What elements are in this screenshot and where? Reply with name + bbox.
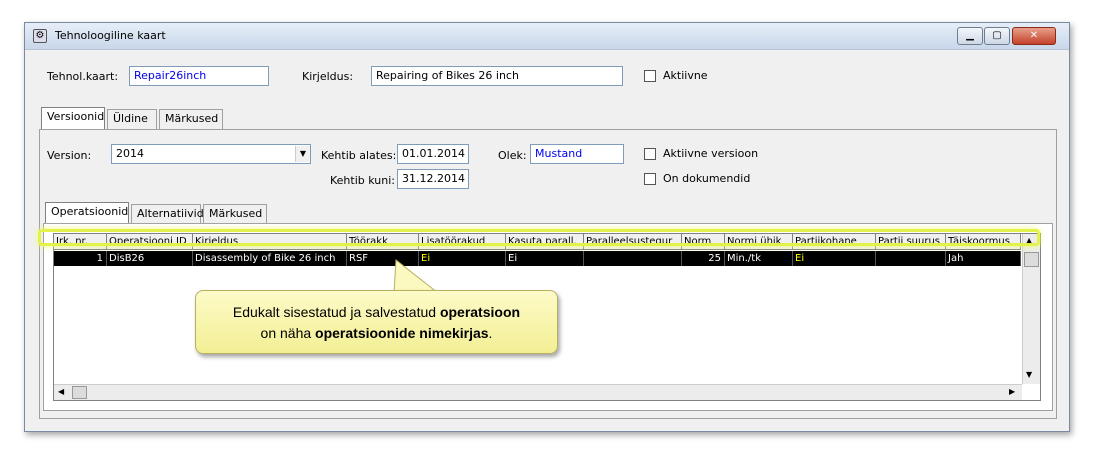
cell-partii-suurus[interactable]: [876, 251, 946, 266]
title-bar[interactable]: ⚙ Tehnoloogiline kaart ▁ ▢ ✕: [25, 23, 1069, 50]
row-highlight: [38, 229, 1040, 246]
kehtib-kuni-label: Kehtib kuni:: [330, 174, 395, 187]
kirjeldus-label: Kirjeldus:: [302, 70, 354, 83]
aktiivne-versioon-checkbox[interactable]: [644, 148, 656, 160]
app-icon: ⚙: [33, 29, 47, 43]
main-tabs: Versioonid Üldine Märkused: [41, 107, 1055, 131]
window-title: Tehnoloogiline kaart: [55, 29, 166, 42]
on-dokumendid-checkbox[interactable]: [644, 173, 656, 185]
cell-jrk-nr[interactable]: 1: [54, 251, 107, 266]
vertical-scroll-thumb[interactable]: [1024, 252, 1039, 267]
callout-line-1: Edukalt sisestatud ja salvestatud operat…: [232, 304, 521, 320]
tehnol-kaart-field[interactable]: Repair26inch: [129, 66, 269, 86]
vertical-scrollbar[interactable]: ▲ ▼: [1022, 234, 1040, 384]
olek-field[interactable]: Mustand: [530, 144, 624, 164]
tab-uldine[interactable]: Üldine: [107, 109, 157, 129]
kehtib-alates-field[interactable]: 01.01.2014: [397, 144, 469, 164]
version-select[interactable]: 2014: [111, 144, 311, 164]
cell-partiikohane[interactable]: Ei: [793, 251, 876, 266]
version-value: 2014: [116, 147, 144, 160]
tab-markused-sub[interactable]: Märkused: [203, 204, 267, 224]
cell-taiskoormus[interactable]: Jah: [946, 251, 1021, 266]
cell-kirjeldus[interactable]: Disassembly of Bike 26 inch: [193, 251, 347, 266]
aktiivne-checkbox[interactable]: [644, 70, 656, 82]
tab-versioonid[interactable]: Versioonid: [41, 107, 105, 129]
maximize-icon: ▢: [992, 30, 1002, 41]
scroll-right-icon[interactable]: ▶: [1009, 387, 1015, 396]
scroll-left-icon[interactable]: ◀: [58, 387, 64, 396]
aktiivne-versioon-label: Aktiivne versioon: [663, 147, 759, 160]
callout-line-2: on näha operatsioonide nimekirjas.: [260, 325, 493, 341]
callout-pointer: [393, 259, 440, 294]
tehnoloogiline-kaart-window: ⚙ Tehnoloogiline kaart ▁ ▢ ✕ Tehnol.kaar…: [24, 22, 1070, 432]
tab-operatsioonid[interactable]: Operatsioonid: [45, 202, 129, 224]
chevron-down-icon[interactable]: ▼: [295, 146, 310, 162]
on-dokumendid-label: On dokumendid: [663, 172, 751, 185]
cell-kasuta-parall[interactable]: Ei: [506, 251, 584, 266]
cell-normi-uhik[interactable]: Min./tk: [725, 251, 793, 266]
cell-norm[interactable]: 25: [682, 251, 725, 266]
tehnol-kaart-label: Tehnol.kaart:: [47, 70, 119, 83]
tab-markused[interactable]: Märkused: [159, 109, 223, 129]
horizontal-scroll-thumb[interactable]: [72, 386, 87, 399]
maximize-button[interactable]: ▢: [984, 27, 1010, 45]
aktiivne-label: Aktiivne: [663, 69, 708, 82]
olek-label: Olek:: [498, 149, 527, 162]
close-button[interactable]: ✕: [1012, 27, 1056, 45]
kirjeldus-field[interactable]: Repairing of Bikes 26 inch: [371, 66, 623, 86]
cell-operatsiooni-id[interactable]: DisB26: [107, 251, 193, 266]
info-callout: Edukalt sisestatud ja salvestatud operat…: [195, 290, 558, 354]
kehtib-alates-label: Kehtib alates:: [321, 149, 397, 162]
kehtib-kuni-field[interactable]: 31.12.2014: [397, 169, 469, 189]
minimize-icon: ▁: [966, 30, 974, 41]
close-icon: ✕: [1029, 30, 1039, 41]
minimize-button[interactable]: ▁: [957, 27, 983, 45]
tab-alternatiivid[interactable]: Alternatiivid: [131, 204, 204, 224]
scroll-down-icon[interactable]: ▼: [1026, 370, 1032, 379]
horizontal-scrollbar[interactable]: ◀ ▶: [54, 384, 1022, 400]
cell-paralleelsustegur[interactable]: [584, 251, 682, 266]
version-label: Version:: [47, 149, 92, 162]
